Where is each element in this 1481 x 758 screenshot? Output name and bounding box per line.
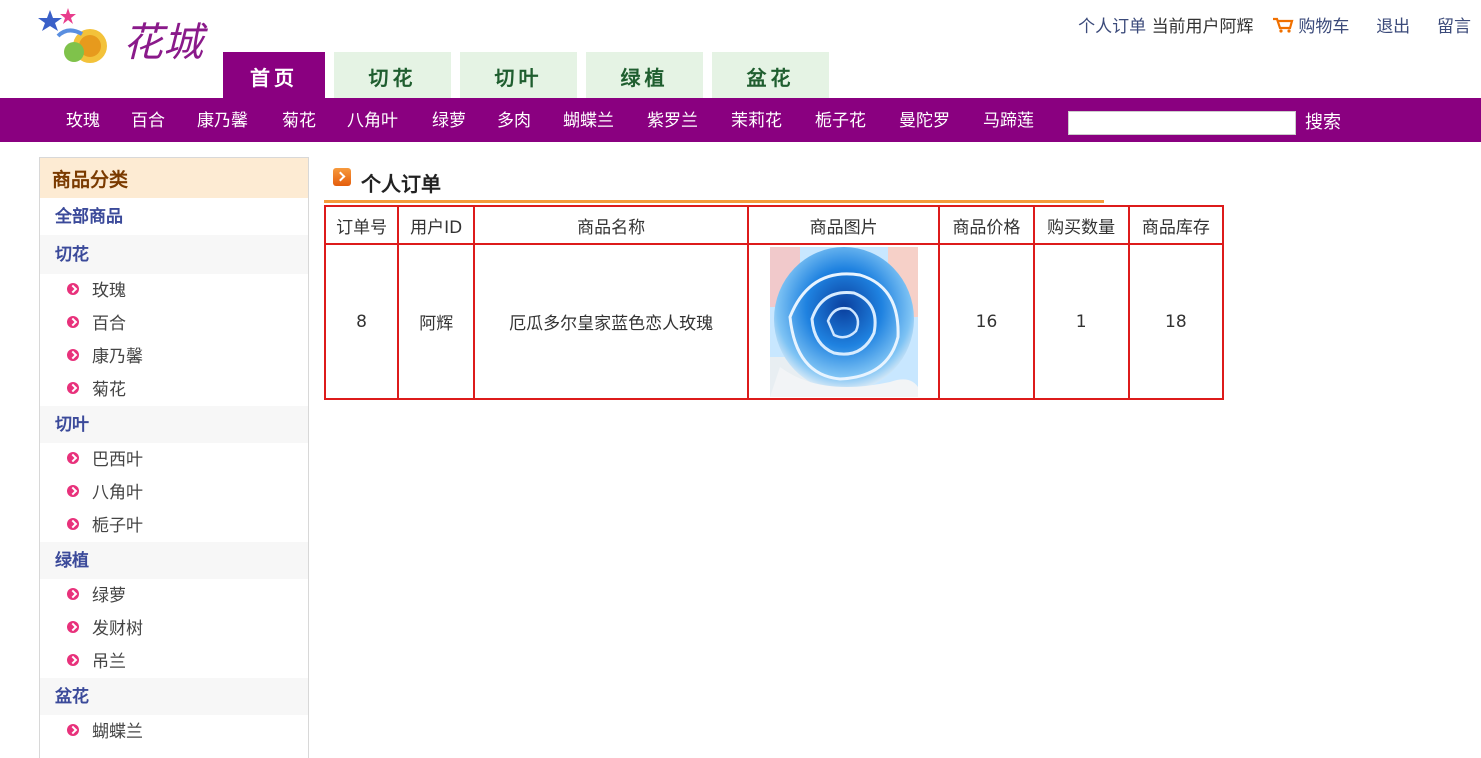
sidebar-all-products[interactable]: 全部商品 <box>40 198 308 235</box>
top-links: 个人订单 当前用户阿辉 购物车 退出 留言 <box>1078 12 1471 37</box>
search-input[interactable] <box>1068 111 1296 135</box>
product-image[interactable] <box>769 246 918 397</box>
bullet-icon <box>67 452 79 464</box>
order-id-cell: 8 <box>323 243 400 400</box>
sidebar-item[interactable]: 康乃馨 <box>40 340 308 373</box>
tab-potted-flowers[interactable]: 盆花 <box>712 52 829 98</box>
sidebar-group[interactable]: 盆花 <box>40 678 308 715</box>
my-orders-link[interactable]: 个人订单 <box>1078 17 1146 37</box>
sidebar-item[interactable]: 绿萝 <box>40 579 308 612</box>
nav-item[interactable]: 多肉 <box>497 98 531 142</box>
nav-item[interactable]: 菊花 <box>282 98 316 142</box>
bullet-icon <box>67 588 79 600</box>
sidebar-item[interactable]: 百合 <box>40 307 308 340</box>
sidebar-group[interactable]: 切花 <box>40 235 308 274</box>
product-name-cell: 厄瓜多尔皇家蓝色恋人玫瑰 <box>473 243 749 400</box>
sidebar-item[interactable]: 巴西叶 <box>40 443 308 476</box>
category-sidebar: 商品分类 全部商品 切花 玫瑰 百合 康乃馨 菊花 切叶 巴西叶 八角叶 栀子叶… <box>39 157 309 758</box>
nav-item[interactable]: 百合 <box>131 98 165 142</box>
bullet-icon <box>67 316 79 328</box>
column-header: 商品价格 <box>938 205 1035 245</box>
bullet-icon <box>67 485 79 497</box>
sidebar-item[interactable]: 蝴蝶兰 <box>40 715 308 748</box>
sidebar-item[interactable]: 八角叶 <box>40 476 308 509</box>
product-image-cell <box>746 243 941 400</box>
sidebar-item[interactable]: 菊花 <box>40 373 308 406</box>
column-header: 商品名称 <box>473 205 749 245</box>
logout-link[interactable]: 退出 <box>1376 17 1410 37</box>
nav-item[interactable]: 绿萝 <box>432 98 466 142</box>
category-nav: 玫瑰 百合 康乃馨 菊花 八角叶 绿萝 多肉 蝴蝶兰 紫罗兰 茉莉花 栀子花 曼… <box>0 98 1481 142</box>
price-cell: 16 <box>938 243 1035 400</box>
message-link[interactable]: 留言 <box>1437 17 1471 37</box>
site-logo[interactable]: 花城 <box>38 6 228 72</box>
orders-table: 订单号 用户ID 商品名称 商品图片 商品价格 购买数量 商品库存 8 阿辉 厄… <box>323 205 1225 400</box>
sidebar-group[interactable]: 切叶 <box>40 406 308 443</box>
nav-item[interactable]: 马蹄莲 <box>983 98 1034 142</box>
tab-green-plants[interactable]: 绿植 <box>586 52 703 98</box>
nav-item[interactable]: 蝴蝶兰 <box>563 98 614 142</box>
tab-cut-leaves[interactable]: 切叶 <box>460 52 577 98</box>
nav-item[interactable]: 栀子花 <box>815 98 866 142</box>
sidebar-title: 商品分类 <box>40 158 308 198</box>
sidebar-item[interactable]: 玫瑰 <box>40 274 308 307</box>
bullet-icon <box>67 621 79 633</box>
bullet-icon <box>67 654 79 666</box>
arrow-right-icon <box>333 168 351 186</box>
sidebar-group[interactable]: 绿植 <box>40 542 308 579</box>
sidebar-item[interactable]: 吊兰 <box>40 645 308 678</box>
nav-item[interactable]: 八角叶 <box>347 98 398 142</box>
column-header: 商品图片 <box>746 205 941 245</box>
quantity-cell: 1 <box>1032 243 1130 400</box>
cart-icon[interactable] <box>1272 17 1294 33</box>
page-title: 个人订单 <box>361 172 441 196</box>
section-divider <box>324 200 1104 203</box>
bullet-icon <box>67 349 79 361</box>
nav-item[interactable]: 紫罗兰 <box>647 98 698 142</box>
cart-link[interactable]: 购物车 <box>1298 17 1349 37</box>
user-id-cell: 阿辉 <box>397 243 476 400</box>
nav-item[interactable]: 曼陀罗 <box>899 98 950 142</box>
current-user-label: 当前用户阿辉 <box>1151 17 1254 37</box>
stock-cell: 18 <box>1127 243 1225 400</box>
logo-text: 花城 <box>123 20 208 66</box>
bullet-icon <box>67 283 79 295</box>
table-header-row: 订单号 用户ID 商品名称 商品图片 商品价格 购买数量 商品库存 <box>323 205 1225 245</box>
column-header: 订单号 <box>323 205 400 245</box>
bullet-icon <box>67 724 79 736</box>
column-header: 购买数量 <box>1032 205 1130 245</box>
tab-home[interactable]: 首页 <box>223 52 325 98</box>
table-row: 8 阿辉 厄瓜多尔皇家蓝色恋人玫瑰 16 1 18 <box>323 243 1225 400</box>
tab-cut-flowers[interactable]: 切花 <box>334 52 451 98</box>
sidebar-item[interactable]: 栀子叶 <box>40 509 308 542</box>
column-header: 商品库存 <box>1127 205 1225 245</box>
nav-item[interactable]: 茉莉花 <box>731 98 782 142</box>
bullet-icon <box>67 382 79 394</box>
nav-item[interactable]: 玫瑰 <box>66 98 100 142</box>
bullet-icon <box>67 518 79 530</box>
nav-item[interactable]: 康乃馨 <box>197 98 248 142</box>
search-button[interactable]: 搜索 <box>1305 98 1341 142</box>
sidebar-item[interactable]: 发财树 <box>40 612 308 645</box>
column-header: 用户ID <box>397 205 476 245</box>
